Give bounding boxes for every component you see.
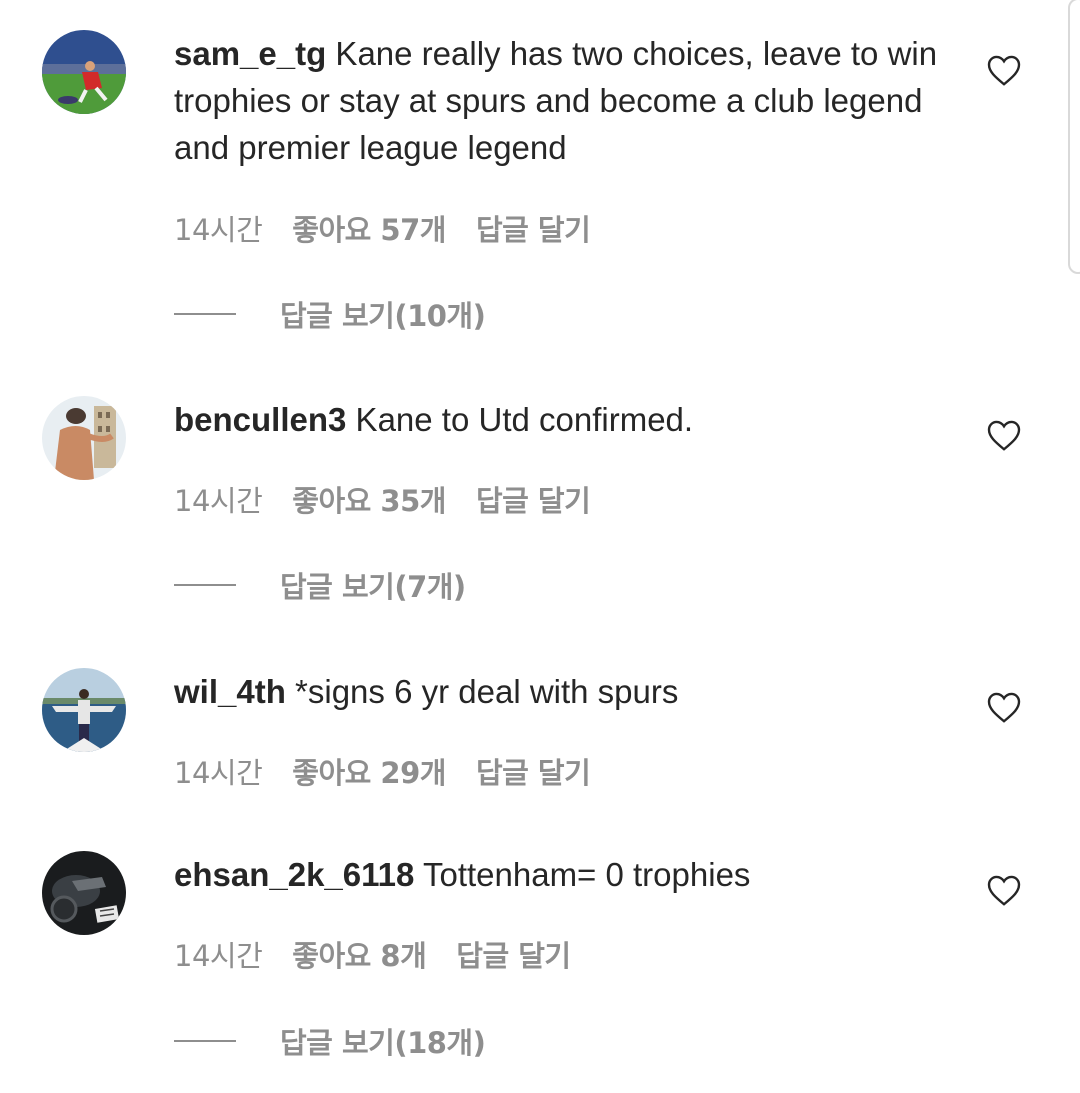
replies-divider (174, 584, 236, 586)
reply-button[interactable]: 답글 달기 (476, 484, 591, 518)
reply-button[interactable]: 답글 달기 (476, 213, 591, 247)
likes-count[interactable]: 좋아요 57개 (292, 213, 446, 247)
view-replies-button[interactable]: 답글 보기(10개) (174, 294, 486, 334)
comment-meta: 14시간 좋아요 35개 답글 달기 (174, 478, 620, 520)
likes-count[interactable]: 좋아요 8개 (292, 939, 427, 973)
comment-meta: 14시간 좋아요 29개 답글 달기 (174, 750, 620, 792)
comment-content: Kane to Utd confirmed. (346, 401, 694, 438)
comment-body: wil_4th *signs 6 yr deal with spurs (174, 668, 954, 715)
heart-icon[interactable] (986, 873, 1022, 907)
likes-count[interactable]: 좋아요 29개 (292, 756, 446, 790)
comment-time: 14시간 (174, 213, 263, 247)
scroll-indicator[interactable] (1068, 0, 1080, 274)
view-replies-label: 답글 보기(18개) (280, 1026, 486, 1060)
view-replies-button[interactable]: 답글 보기(18개) (174, 1021, 486, 1061)
reply-button[interactable]: 답글 달기 (476, 756, 591, 790)
heart-icon[interactable] (986, 690, 1022, 724)
replies-divider (174, 313, 236, 315)
view-replies-label: 답글 보기(7개) (280, 570, 466, 604)
avatar[interactable] (42, 30, 126, 114)
comment-text: ehsan_2k_6118 Tottenham= 0 trophies (174, 851, 954, 898)
avatar[interactable] (42, 851, 126, 935)
comment-content: *signs 6 yr deal with spurs (285, 673, 679, 710)
comment-body: bencullen3 Kane to Utd confirmed. (174, 396, 954, 443)
comment-username[interactable]: wil_4th (174, 673, 286, 710)
replies-divider (174, 1040, 236, 1042)
likes-count[interactable]: 좋아요 35개 (292, 484, 446, 518)
reply-button[interactable]: 답글 달기 (456, 939, 571, 973)
comment-username[interactable]: ehsan_2k_6118 (174, 856, 414, 893)
comment-username[interactable]: bencullen3 (174, 401, 346, 438)
comment-time: 14시간 (174, 484, 263, 518)
comment-time: 14시간 (174, 939, 263, 973)
comment-body: ehsan_2k_6118 Tottenham= 0 trophies (174, 851, 954, 898)
comment-time: 14시간 (174, 756, 263, 790)
avatar[interactable] (42, 396, 126, 480)
comment-content: Tottenham= 0 trophies (414, 856, 751, 893)
comment-text: wil_4th *signs 6 yr deal with spurs (174, 668, 954, 715)
comment-text: sam_e_tg Kane really has two choices, le… (174, 30, 954, 171)
heart-icon[interactable] (986, 53, 1022, 87)
view-replies-button[interactable]: 답글 보기(7개) (174, 565, 466, 605)
view-replies-label: 답글 보기(10개) (280, 299, 486, 333)
comment-meta: 14시간 좋아요 8개 답글 달기 (174, 933, 601, 975)
heart-icon[interactable] (986, 418, 1022, 452)
comment-text: bencullen3 Kane to Utd confirmed. (174, 396, 954, 443)
comment-meta: 14시간 좋아요 57개 답글 달기 (174, 207, 620, 249)
avatar[interactable] (42, 668, 126, 752)
comment-username[interactable]: sam_e_tg (174, 35, 326, 72)
comment-body: sam_e_tg Kane really has two choices, le… (174, 30, 954, 171)
